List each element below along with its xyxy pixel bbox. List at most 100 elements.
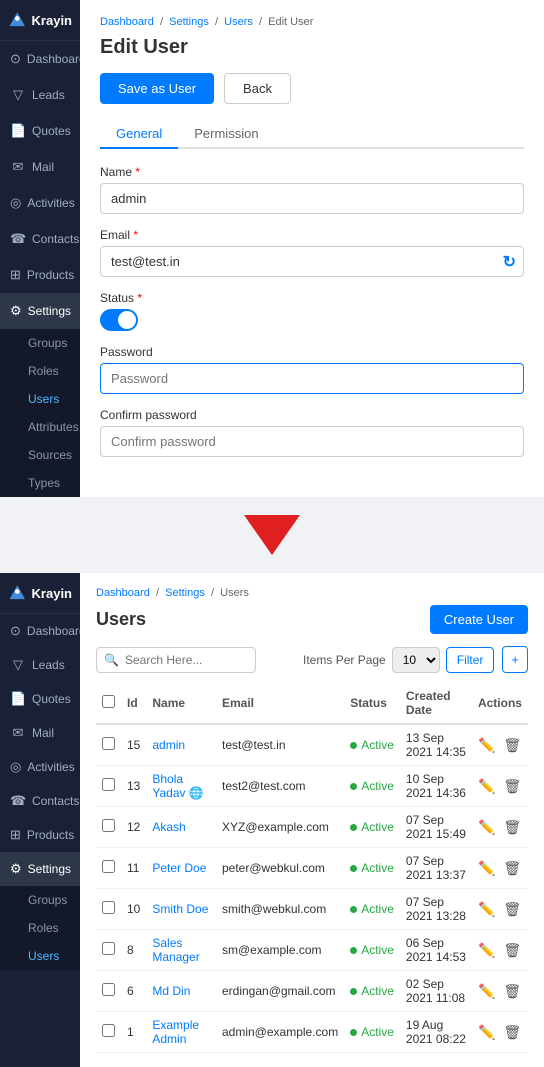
sidebar-item-activities-bottom[interactable]: ◎ Activities [0,750,80,784]
tab-general[interactable]: General [100,120,178,149]
sidebar-label-products-top: Products [27,268,74,282]
sidebar-item-dashboard-top[interactable]: ⊙ Dashboard [0,41,80,77]
email-input[interactable] [100,246,524,277]
search-input[interactable] [96,647,256,673]
delete-icon[interactable]: 🗑 [503,819,521,836]
contacts-icon-top: ☎ [10,231,26,247]
row-checkbox[interactable] [102,983,115,996]
confirm-password-group: Confirm password [100,408,524,457]
delete-icon[interactable]: 🗑 [503,983,521,1000]
status-toggle[interactable] [100,309,138,331]
edit-icon[interactable]: ✏️ [478,737,495,754]
sidebar-item-leads-bottom[interactable]: ▽ Leads [0,648,80,682]
sub-item-attributes-top[interactable]: Attributes [0,413,80,441]
edit-icon[interactable]: ✏️ [478,778,495,795]
back-button[interactable]: Back [224,73,291,104]
breadcrumb-edit-user: Edit User [268,16,313,28]
tab-permission[interactable]: Permission [178,120,274,147]
confirm-password-label: Confirm password [100,408,524,422]
sidebar-label-activities-bottom: Activities [27,760,74,774]
edit-icon[interactable]: ✏️ [478,901,495,918]
breadcrumb-users[interactable]: Users [224,16,253,28]
delete-icon[interactable]: 🗑 [503,860,521,877]
breadcrumb-settings[interactable]: Settings [169,16,209,28]
sub-item-roles-top[interactable]: Roles [0,357,80,385]
items-per-page-select[interactable]: 10 25 50 [392,647,440,673]
breadcrumb-bottom-settings[interactable]: Settings [165,587,205,599]
sidebar-item-quotes-top[interactable]: 📄 Quotes [0,113,80,149]
sidebar-item-contacts-top[interactable]: ☎ Contacts [0,221,80,257]
add-column-button[interactable]: + [502,646,528,673]
select-all-checkbox[interactable] [102,695,115,708]
sidebar-item-products-bottom[interactable]: ⊞ Products [0,818,80,852]
user-name-link[interactable]: Sales Manager [152,936,199,964]
cell-email: admin@example.com [216,1012,344,1053]
sub-item-groups-top[interactable]: Groups [0,329,80,357]
delete-icon[interactable]: 🗑 [503,901,521,918]
filter-button[interactable]: Filter [446,647,495,673]
edit-icon[interactable]: ✏️ [478,819,495,836]
save-as-user-button[interactable]: Save as User [100,73,214,104]
password-group: Password [100,345,524,394]
user-name-link[interactable]: Peter Doe [152,861,206,875]
row-checkbox[interactable] [102,737,115,750]
sidebar-item-mail-bottom[interactable]: ✉ Mail [0,716,80,750]
sidebar-item-mail-top[interactable]: ✉ Mail [0,149,80,185]
edit-icon[interactable]: ✏️ [478,942,495,959]
status-dot [350,742,357,749]
confirm-password-input[interactable] [100,426,524,457]
sidebar-item-settings-top[interactable]: ⚙ Settings [0,293,80,329]
sidebar-item-activities-top[interactable]: ◎ Activities [0,185,80,221]
dashboard-icon-bottom: ⊙ [10,623,21,639]
user-name-link[interactable]: admin [152,738,185,752]
sidebar-item-settings-bottom[interactable]: ⚙ Settings [0,852,80,886]
sidebar-bottom: Krayin ⊙ Dashboard ▽ Leads 📄 Quotes ✉ Ma… [0,573,80,1067]
sidebar-item-leads-top[interactable]: ▽ Leads [0,77,80,113]
refresh-icon[interactable]: ↻ [503,252,516,272]
user-name-link[interactable]: Smith Doe [152,902,208,916]
status-dot [350,865,357,872]
sub-item-roles-bottom[interactable]: Roles [0,914,80,942]
sidebar-item-products-top[interactable]: ⊞ Products [0,257,80,293]
edit-icon[interactable]: ✏️ [478,983,495,1000]
row-checkbox[interactable] [102,778,115,791]
user-name-link[interactable]: Akash [152,820,185,834]
row-checkbox[interactable] [102,901,115,914]
sidebar-item-contacts-bottom[interactable]: ☎ Contacts [0,784,80,818]
row-checkbox[interactable] [102,860,115,873]
sidebar-label-products-bottom: Products [27,828,74,842]
create-user-button[interactable]: Create User [430,605,528,634]
sidebar-item-dashboard-bottom[interactable]: ⊙ Dashboard [0,614,80,648]
sidebar-item-quotes-bottom[interactable]: 📄 Quotes [0,682,80,716]
sub-item-users-top[interactable]: Users [0,385,80,413]
col-checkbox [96,683,121,724]
user-name-link[interactable]: Example Admin [152,1018,199,1046]
edit-icon[interactable]: ✏️ [478,860,495,877]
col-actions: Actions [472,683,528,724]
password-input[interactable] [100,363,524,394]
cell-id: 12 [121,807,146,848]
user-name-link[interactable]: Md Din [152,984,190,998]
row-checkbox[interactable] [102,819,115,832]
pagination-controls: Items Per Page 10 25 50 Filter + [303,646,528,673]
delete-icon[interactable]: 🗑 [503,942,521,959]
delete-icon[interactable]: 🗑 [503,778,521,795]
settings-icon-bottom: ⚙ [10,861,22,877]
user-name-link[interactable]: Bhola Yadav 🌐 [152,772,203,800]
breadcrumb-dashboard[interactable]: Dashboard [100,16,154,28]
row-checkbox[interactable] [102,942,115,955]
breadcrumb-bottom-dashboard[interactable]: Dashboard [96,587,150,599]
logo-icon-bottom [8,583,27,603]
delete-icon[interactable]: 🗑 [503,1024,521,1041]
sub-item-groups-bottom[interactable]: Groups [0,886,80,914]
edit-icon[interactable]: ✏️ [478,1024,495,1041]
sub-item-users-bottom[interactable]: Users [0,942,80,970]
sub-item-sources-top[interactable]: Sources [0,441,80,469]
delete-icon[interactable]: 🗑 [503,737,521,754]
status-label: Status * [100,291,524,305]
cell-name: Bhola Yadav 🌐 [146,766,216,807]
sub-item-types-top[interactable]: Types [0,469,80,497]
row-checkbox[interactable] [102,1024,115,1037]
search-icon: 🔍 [104,653,119,667]
name-input[interactable] [100,183,524,214]
